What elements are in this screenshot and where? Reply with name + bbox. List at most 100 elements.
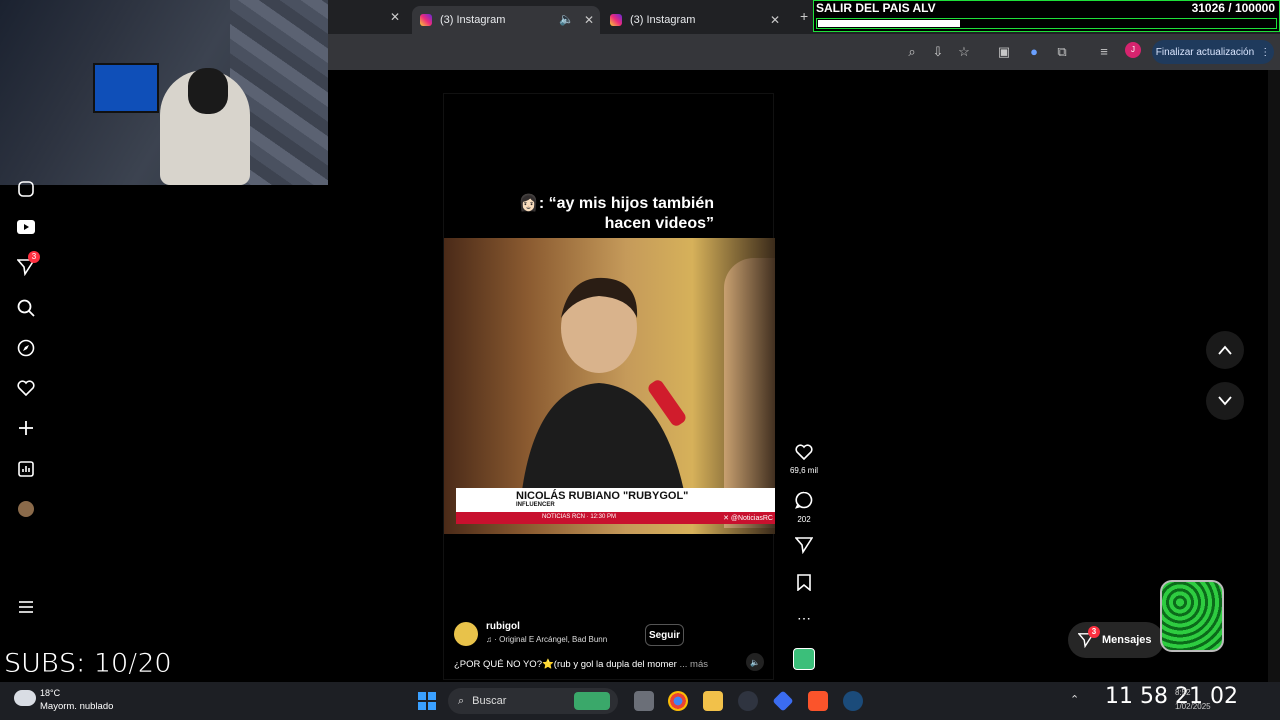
overlay-caption-line: hacen videos” xyxy=(604,215,714,232)
speaker-icon[interactable]: 🔈 xyxy=(559,12,574,26)
caption-more-link[interactable]: ... más xyxy=(679,659,708,670)
chevron-up-icon[interactable]: ⌃ xyxy=(1070,693,1079,706)
audio-thumbnail[interactable] xyxy=(788,648,820,670)
file-explorer-icon[interactable] xyxy=(703,691,723,711)
new-tab-icon[interactable]: + xyxy=(800,8,808,24)
news-lower-third: NICOLÁS RUBIANO "RUBYGOL" INFLUENCER NOT… xyxy=(456,488,775,524)
weather-temperature[interactable]: 18°C xyxy=(40,688,60,698)
app-diamond-icon[interactable] xyxy=(772,690,794,712)
puzzle-icon[interactable]: ⧉ xyxy=(1053,43,1071,61)
volume-icon[interactable]: 🔈 xyxy=(746,653,764,671)
create-plus-icon[interactable] xyxy=(14,416,38,440)
post-caption: ¿POR QUÉ NO YO?⭐(rub y gol la dupla del … xyxy=(454,659,708,670)
stream-clock-overlay: 11 58 21 02 xyxy=(1105,684,1238,709)
search-highlight-icon xyxy=(574,692,610,710)
close-tab-icon[interactable]: ✕ xyxy=(390,10,400,24)
more-menu-icon[interactable] xyxy=(14,595,38,619)
overlay-caption-line: 👩🏻: “ay mis hijos también xyxy=(518,195,714,212)
explore-compass-icon[interactable] xyxy=(14,336,38,360)
comment-icon xyxy=(794,491,813,509)
save-button[interactable] xyxy=(788,574,820,596)
search-icon[interactable] xyxy=(14,296,38,320)
messages-button[interactable]: 3 Mensajes xyxy=(1068,622,1164,658)
webcam-monitor xyxy=(93,63,159,113)
reel-overlay-caption: 👩🏻: “ay mis hijos también hacen videos” xyxy=(504,194,714,234)
reader-icon[interactable]: ▣ xyxy=(995,43,1013,61)
goal-progress-fill xyxy=(818,20,960,27)
update-button[interactable]: Finalizar actualización ⋮ xyxy=(1152,40,1274,64)
notification-badge: 3 xyxy=(28,251,40,263)
extension-icon[interactable]: ● xyxy=(1025,43,1043,61)
tab-instagram-active[interactable]: (3) Instagram 🔈 ✕ xyxy=(412,6,600,34)
goal-title: SALIR DEL PAIS ALV xyxy=(816,1,936,15)
bookmark-icon xyxy=(797,574,811,592)
author-avatar[interactable] xyxy=(454,622,478,646)
messages-badge: 3 xyxy=(1088,626,1100,638)
dashboard-icon[interactable] xyxy=(14,457,38,481)
caption-text: ¿POR QUÉ NO YO?⭐(rub y gol la dupla del … xyxy=(454,659,677,670)
heart-icon xyxy=(795,444,813,461)
webcam-overlay xyxy=(0,0,328,185)
more-options-icon[interactable]: ⋯ xyxy=(788,610,820,627)
steam-icon[interactable] xyxy=(843,691,863,711)
system-clock-time[interactable]: 8:52 xyxy=(1175,688,1191,697)
direct-messages-icon[interactable]: 3 xyxy=(14,251,40,279)
subs-counter-overlay: SUBS: 10/20 xyxy=(4,648,173,680)
reels-icon[interactable] xyxy=(14,215,38,239)
profile-avatar[interactable] xyxy=(14,497,38,521)
update-button-label: Finalizar actualización xyxy=(1155,46,1255,58)
webcam-head xyxy=(188,68,228,114)
video-person xyxy=(519,277,689,518)
media-icon[interactable]: ≡ xyxy=(1095,43,1113,61)
obs-icon[interactable] xyxy=(738,691,758,711)
next-reel-button[interactable] xyxy=(1206,382,1244,420)
lower-third-strip-text: NOTICIAS RCN · 12:30 PM xyxy=(542,514,617,520)
share-button[interactable] xyxy=(788,536,820,559)
goal-count: 31026 / 100000 xyxy=(1191,1,1275,15)
instagram-sidebar: 3 xyxy=(0,181,52,680)
tab-label: (3) Instagram xyxy=(630,14,696,26)
close-tab-icon[interactable]: ✕ xyxy=(770,13,780,27)
previous-reel-button[interactable] xyxy=(1206,331,1244,369)
lower-third-name: NICOLÁS RUBIANO "RUBYGOL" xyxy=(516,490,689,502)
close-tab-icon[interactable]: ✕ xyxy=(584,13,594,27)
author-name[interactable]: rubigol xyxy=(486,621,520,632)
stream-jar-overlay xyxy=(1160,580,1224,652)
lower-third-subtitle: INFLUENCER xyxy=(516,502,555,508)
search-placeholder: Buscar xyxy=(472,695,507,707)
post-author-row: rubigol ♫ · Original E Arcángel, Bad Bun… xyxy=(454,621,764,652)
goal-overlay: SALIR DEL PAIS ALV 31026 / 100000 xyxy=(813,0,1280,32)
follow-button[interactable]: Seguir xyxy=(645,624,684,646)
zoom-icon[interactable]: ⌕ xyxy=(903,43,921,61)
chrome-icon[interactable] xyxy=(668,691,688,711)
threads-icon[interactable] xyxy=(14,177,38,201)
tab-instagram[interactable]: (3) Instagram ✕ xyxy=(602,6,788,34)
instagram-icon xyxy=(610,14,622,26)
cloud-weather-icon[interactable] xyxy=(14,690,36,706)
comment-button[interactable]: 202 xyxy=(788,491,820,524)
system-clock-date[interactable]: 1/02/2025 xyxy=(1175,702,1211,711)
bookmark-star-icon[interactable]: ☆ xyxy=(955,43,973,61)
browser-toolbar: ⌕ ⇩ ☆ ▣ ● ⧉ ≡ J Finalizar actualización … xyxy=(328,34,1280,70)
reel-post[interactable]: 👩🏻: “ay mis hijos también hacen videos” … xyxy=(443,93,775,680)
share-icon xyxy=(794,537,814,555)
reel-video[interactable]: NICOLÁS RUBIANO "RUBYGOL" INFLUENCER NOT… xyxy=(444,238,775,534)
comment-count: 202 xyxy=(797,515,811,524)
profile-avatar[interactable]: J xyxy=(1125,42,1141,58)
taskbar-search[interactable]: ⌕ Buscar xyxy=(448,688,618,714)
like-button[interactable]: 69,6 mil xyxy=(788,444,820,475)
audio-info[interactable]: ♫ · Original E Arcángel, Bad Bunn xyxy=(486,635,607,644)
menu-dots-icon: ⋮ xyxy=(1260,46,1271,58)
page-scrollbar[interactable] xyxy=(1268,70,1280,682)
heart-notifications-icon[interactable] xyxy=(14,376,38,400)
windows-start-icon[interactable] xyxy=(418,692,436,710)
task-view-icon[interactable] xyxy=(634,691,654,711)
chevron-up-icon xyxy=(1218,345,1232,355)
chevron-down-icon xyxy=(1218,396,1232,406)
brave-icon[interactable] xyxy=(808,691,828,711)
weather-description[interactable]: Mayorm. nublado xyxy=(40,701,113,712)
instagram-icon xyxy=(420,14,432,26)
messages-label: Mensajes xyxy=(1102,634,1152,646)
windows-taskbar: 18°C Mayorm. nublado ⌕ Buscar ⌃ 11 58 21… xyxy=(0,682,1280,720)
install-icon[interactable]: ⇩ xyxy=(929,43,947,61)
